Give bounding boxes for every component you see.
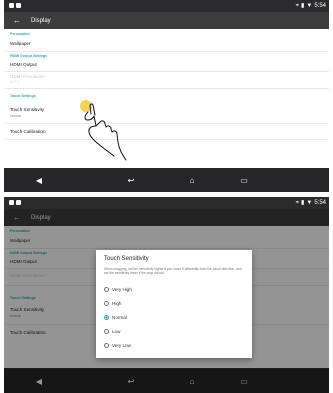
option-label: High [112,301,122,306]
tap-gesture-hand-icon [80,100,127,161]
divider [4,123,329,124]
setting-wallpaper[interactable]: Wallpaper [10,41,31,46]
status-notification-icons [9,3,21,8]
status-bar: ⌖ ▮ ▼ 5:54 [4,0,329,12]
recents-icon[interactable]: ▭ [234,168,254,192]
radio-unchecked-icon[interactable] [104,329,109,334]
dialog-message: When dragging, set the sensitivity highe… [104,267,242,275]
option-very-low[interactable]: Very Low [104,343,131,348]
option-label: Very Low [112,343,131,348]
status-bar: ⌖ ▮ ▼ 5:54 [4,197,329,209]
option-label: Normal [112,315,127,320]
option-label: Very High [112,287,132,292]
screenshot-touch-sensitivity-dialog: ⌖ ▮ ▼ 5:54 ← Display Personalize Wallpap… [4,197,329,393]
section-header-touch: Touch Settings [10,94,36,98]
setting-touch-calibration[interactable]: Touch Calibration [10,129,46,134]
status-indicators: ⌖ ▮ ▼ 5:54 [296,197,326,209]
option-high[interactable]: High [104,301,121,306]
option-normal[interactable]: Normal [104,315,127,320]
option-very-high[interactable]: Very High [104,287,132,292]
setting-touch-sensitivity[interactable]: Touch Sensitivity [10,107,44,112]
wifi-icon: ▼ [306,3,313,9]
wifi-icon: ▼ [306,200,313,206]
location-icon: ⌖ [295,3,300,9]
setting-touch-sensitivity-value: Normal [10,114,21,118]
notification-icon [16,200,21,205]
setting-hdmi-resolution-value: AUTO [10,80,20,84]
option-label: Low [112,329,121,334]
radio-unchecked-icon[interactable] [104,287,109,292]
home-icon[interactable]: ⌂ [182,168,202,192]
radio-unchecked-icon[interactable] [104,301,109,306]
arrow-left-icon[interactable]: ← [13,16,23,25]
dialog-title: Touch Sensitivity [104,256,149,262]
divider [4,71,329,72]
notification-icon [9,200,14,205]
divider [4,88,329,89]
status-time: 5:54 [314,3,326,9]
setting-hdmi-output[interactable]: HDMI Output [10,62,37,67]
back-icon[interactable]: ↩ [121,168,141,192]
notification-icon [9,3,14,8]
navigation-bar: ◀ ↩ ⌂ ▭ [4,168,329,192]
setting-hdmi-resolution: HDMI Resolution [10,74,45,79]
section-header-personalize: Personalize [10,32,30,36]
radio-checked-icon[interactable] [104,315,109,320]
status-notification-icons [9,200,21,205]
battery-icon: ▮ [301,3,305,9]
battery-icon: ▮ [301,200,305,206]
divider [4,51,329,52]
app-bar: ← Display [4,12,329,29]
volume-icon[interactable]: ◀ [29,168,49,192]
divider [4,139,329,140]
notification-icon [16,3,21,8]
page-title: Display [31,17,51,24]
radio-unchecked-icon[interactable] [104,343,109,348]
option-low[interactable]: Low [104,329,120,334]
section-header-hdmi: HDMI Output Settings [10,54,48,58]
status-indicators: ⌖ ▮ ▼ 5:54 [296,0,326,12]
location-icon: ⌖ [295,200,300,206]
touch-sensitivity-dialog: Touch Sensitivity When dragging, set the… [96,250,252,358]
settings-list: Personalize Wallpaper HDMI Output Settin… [4,29,329,168]
status-time: 5:54 [314,200,326,206]
screenshot-settings-display: ⌖ ▮ ▼ 5:54 ← Display Personalize Wallpap… [4,0,329,192]
